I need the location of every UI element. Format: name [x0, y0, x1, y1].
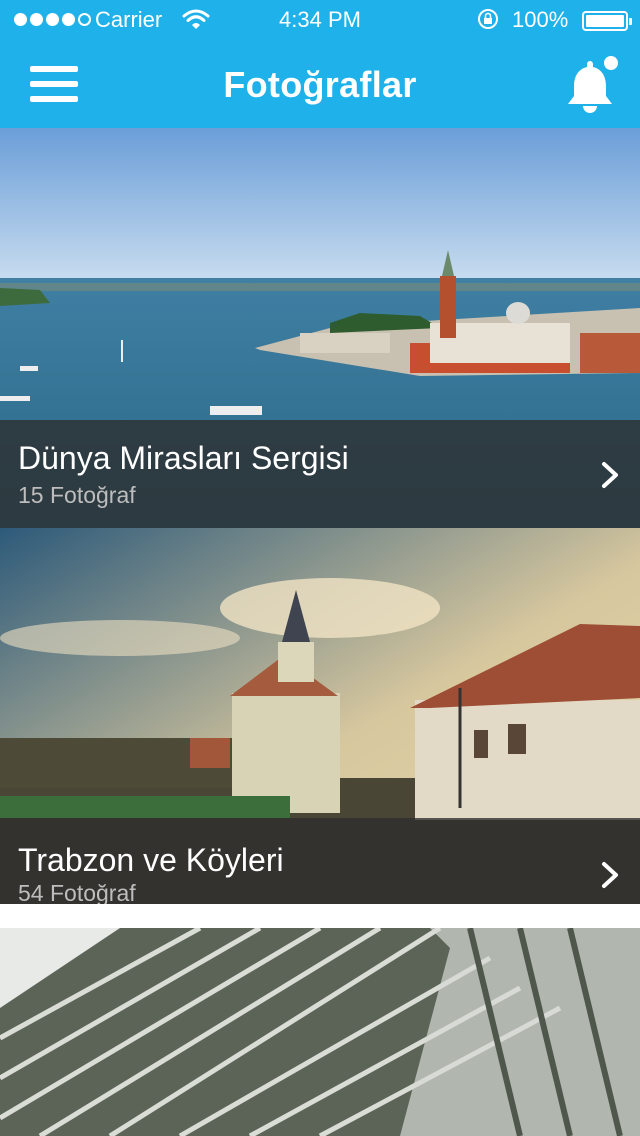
album-photo-count: 15 Fotoğraf: [18, 482, 136, 508]
chevron-right-icon: [602, 862, 618, 888]
top-bar: Carrier 4:34 PM 100% Fotoğraflar: [0, 0, 640, 128]
album-title: Trabzon ve Köyleri: [18, 842, 284, 878]
battery-icon: [582, 11, 632, 31]
orientation-lock-icon: [478, 9, 498, 29]
album-caption: Trabzon ve Köyleri 54 Fotoğraf: [0, 818, 640, 904]
album-card[interactable]: Dünya Mirasları Sergisi 15 Fotoğraf: [0, 128, 640, 528]
battery-percentage: 100%: [512, 7, 569, 32]
album-photo-count: 54 Fotoğraf: [18, 880, 136, 904]
chevron-right-icon: [602, 462, 618, 488]
card-divider: [0, 904, 640, 928]
status-bar: Carrier 4:34 PM 100%: [0, 0, 640, 40]
navigation-bar: Fotoğraflar: [0, 40, 640, 128]
album-caption: Dünya Mirasları Sergisi 15 Fotoğraf: [0, 420, 640, 528]
album-card[interactable]: Trabzon ve Köyleri 54 Fotoğraf: [0, 528, 640, 904]
page-title: Fotoğraflar: [223, 64, 417, 105]
notifications-button[interactable]: [564, 56, 624, 114]
album-cover-image: [0, 928, 640, 1136]
album-card[interactable]: [0, 928, 640, 1136]
notification-badge: [604, 56, 618, 70]
album-title: Dünya Mirasları Sergisi: [18, 440, 349, 476]
